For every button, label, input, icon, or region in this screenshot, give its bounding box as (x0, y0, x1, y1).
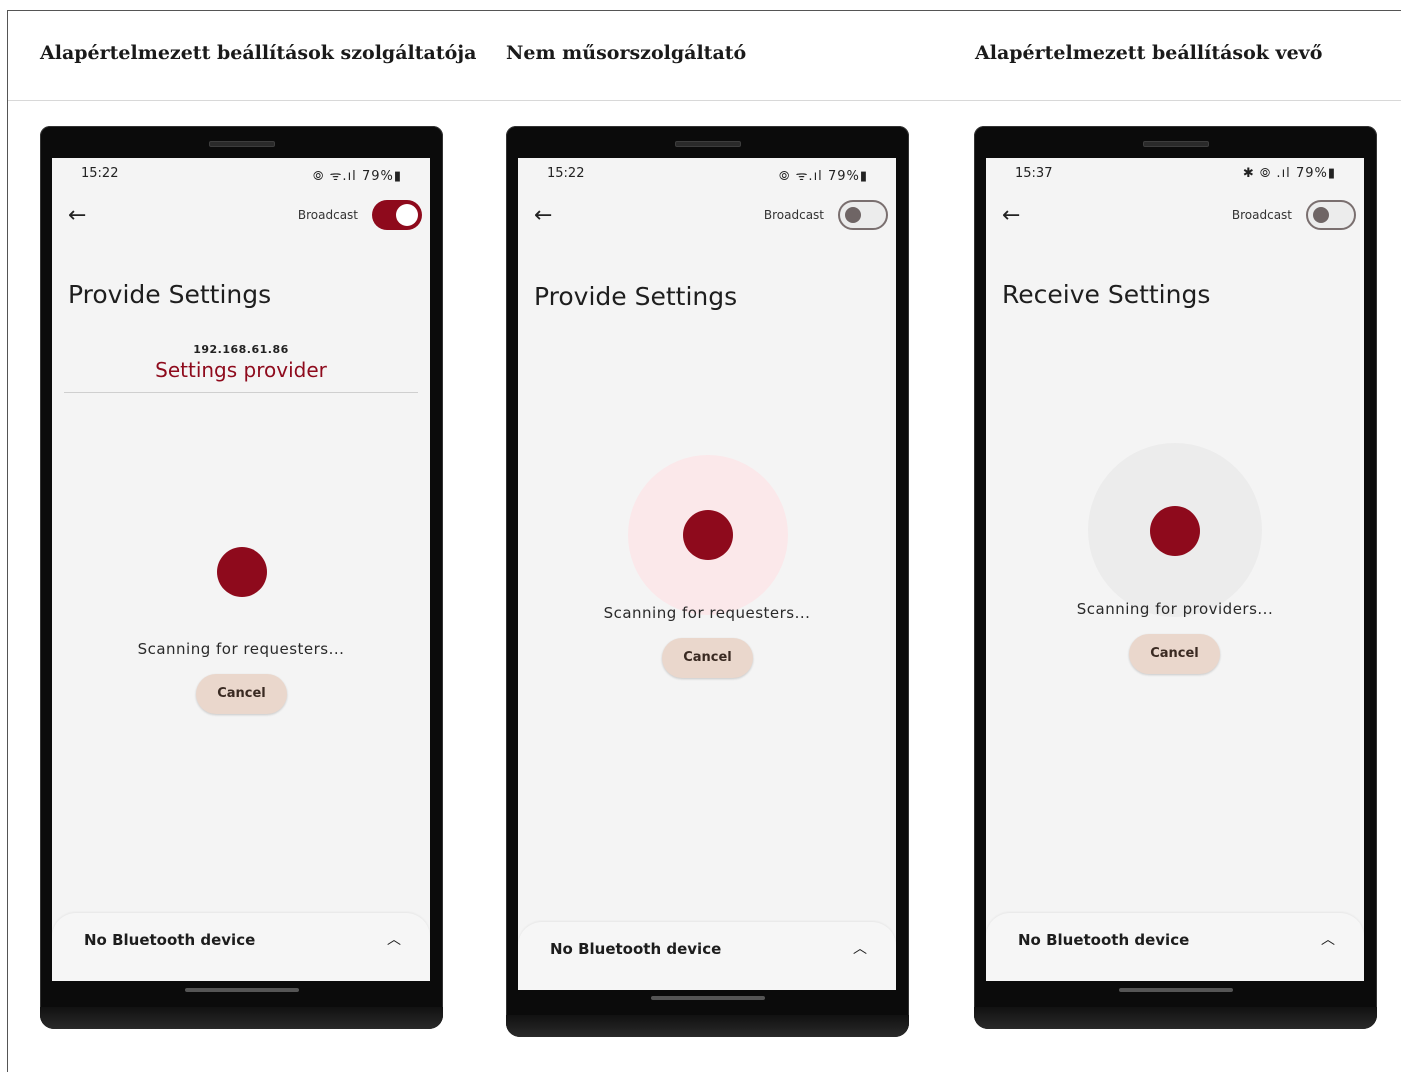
app-bar: ← Broadcast (1002, 200, 1356, 234)
scanning-indicator (1150, 506, 1200, 556)
status-time: 15:22 (81, 166, 119, 181)
page-title: Provide Settings (534, 282, 738, 311)
phone-screen: 15:37 ✱ ⦾ .ıl 79%▮ ← Broadcast Receive S… (986, 158, 1364, 981)
page-title: Receive Settings (1002, 280, 1211, 309)
header-divider (8, 100, 1401, 101)
bluetooth-status: No Bluetooth device (84, 931, 256, 949)
status-bar: 15:22 ⦾ ᯤ.ıl 79%▮ (81, 166, 402, 186)
phone-screen: 15:22 ⦾ ᯤ.ıl 79%▮ ← Broadcast Provide Se… (518, 158, 896, 990)
phone-chin (506, 1015, 909, 1037)
status-time: 15:37 (1015, 166, 1053, 181)
column-header-non-broadcaster: Nem műsorszolgáltató (506, 42, 747, 64)
status-bar: 15:22 ⦾ ᯤ.ıl 79%▮ (547, 166, 868, 186)
scanning-indicator (683, 510, 733, 560)
phone-screen: 15:22 ⦾ ᯤ.ıl 79%▮ ← Broadcast Provide Se… (52, 158, 430, 981)
battery-level: 79% (827, 169, 860, 184)
battery-level: 79% (361, 169, 394, 184)
column-header-receiver: Alapértelmezett beállítások vevő (975, 42, 1323, 64)
gesture-bar (1118, 988, 1233, 992)
app-bar: ← Broadcast (534, 200, 888, 234)
bluetooth-panel[interactable]: No Bluetooth device ︿ (518, 922, 896, 990)
toggle-knob (396, 204, 418, 226)
back-arrow-icon[interactable]: ← (1002, 202, 1020, 230)
broadcast-label: Broadcast (763, 208, 824, 222)
provider-ip: 192.168.61.86 (193, 343, 289, 356)
status-icons: ✱ ⦾ .ıl 79%▮ (1243, 166, 1336, 181)
gesture-bar (184, 988, 299, 992)
battery-icon: ▮ (1327, 166, 1336, 181)
back-arrow-icon[interactable]: ← (534, 202, 552, 230)
scan-status: Scanning for requesters... (137, 640, 345, 658)
scan-status: Scanning for requesters... (603, 604, 811, 622)
status-icons: ⦾ ᯤ.ıl 79%▮ (313, 166, 402, 184)
provider-divider (64, 392, 418, 393)
broadcast-toggle[interactable] (838, 200, 888, 230)
scan-status: Scanning for providers... (1076, 600, 1274, 618)
broadcast-label: Broadcast (297, 208, 358, 222)
chevron-up-icon[interactable]: ︿ (853, 938, 867, 958)
page-title: Provide Settings (68, 280, 272, 309)
phone-speaker (208, 141, 275, 147)
cancel-button[interactable]: Cancel (1129, 634, 1220, 674)
back-arrow-icon[interactable]: ← (68, 202, 86, 230)
column-header-provider: Alapértelmezett beállítások szolgáltatój… (40, 42, 477, 64)
broadcast-label: Broadcast (1231, 208, 1292, 222)
toggle-knob (845, 207, 861, 223)
bluetooth-status: No Bluetooth device (550, 940, 722, 958)
broadcast-toggle[interactable] (372, 200, 422, 230)
toggle-knob (1313, 207, 1329, 223)
status-time: 15:22 (547, 166, 585, 181)
bluetooth-panel[interactable]: No Bluetooth device ︿ (52, 913, 430, 981)
phone-chin (974, 1007, 1377, 1029)
bluetooth-signal-icon: ✱ ⦾ .ıl (1242, 166, 1291, 181)
gesture-bar (650, 996, 765, 1000)
battery-icon: ▮ (859, 169, 868, 184)
status-icons: ⦾ ᯤ.ıl 79%▮ (779, 166, 868, 184)
battery-level: 79% (1295, 166, 1328, 181)
bluetooth-status: No Bluetooth device (1018, 931, 1190, 949)
scanning-indicator (217, 547, 267, 597)
phone-speaker (1142, 141, 1209, 147)
status-bar: 15:37 ✱ ⦾ .ıl 79%▮ (1015, 166, 1336, 186)
cancel-button[interactable]: Cancel (662, 638, 753, 678)
battery-icon: ▮ (393, 169, 402, 184)
phone-receiver: 15:37 ✱ ⦾ .ıl 79%▮ ← Broadcast Receive S… (974, 126, 1377, 1029)
phone-non-broadcaster: 15:22 ⦾ ᯤ.ıl 79%▮ ← Broadcast Provide Se… (506, 126, 909, 1037)
signal-icon: ⦾ ᯤ.ıl (313, 169, 357, 184)
provider-name[interactable]: Settings provider (52, 358, 430, 382)
phone-chin (40, 1007, 443, 1029)
phone-provider: 15:22 ⦾ ᯤ.ıl 79%▮ ← Broadcast Provide Se… (40, 126, 443, 1029)
broadcast-toggle[interactable] (1306, 200, 1356, 230)
chevron-up-icon[interactable]: ︿ (387, 929, 401, 949)
signal-icon: ⦾ ᯤ.ıl (779, 169, 823, 184)
chevron-up-icon[interactable]: ︿ (1321, 929, 1335, 949)
cancel-button[interactable]: Cancel (196, 674, 287, 714)
app-bar: ← Broadcast (68, 200, 422, 234)
phone-speaker (674, 141, 741, 147)
bluetooth-panel[interactable]: No Bluetooth device ︿ (986, 913, 1364, 981)
